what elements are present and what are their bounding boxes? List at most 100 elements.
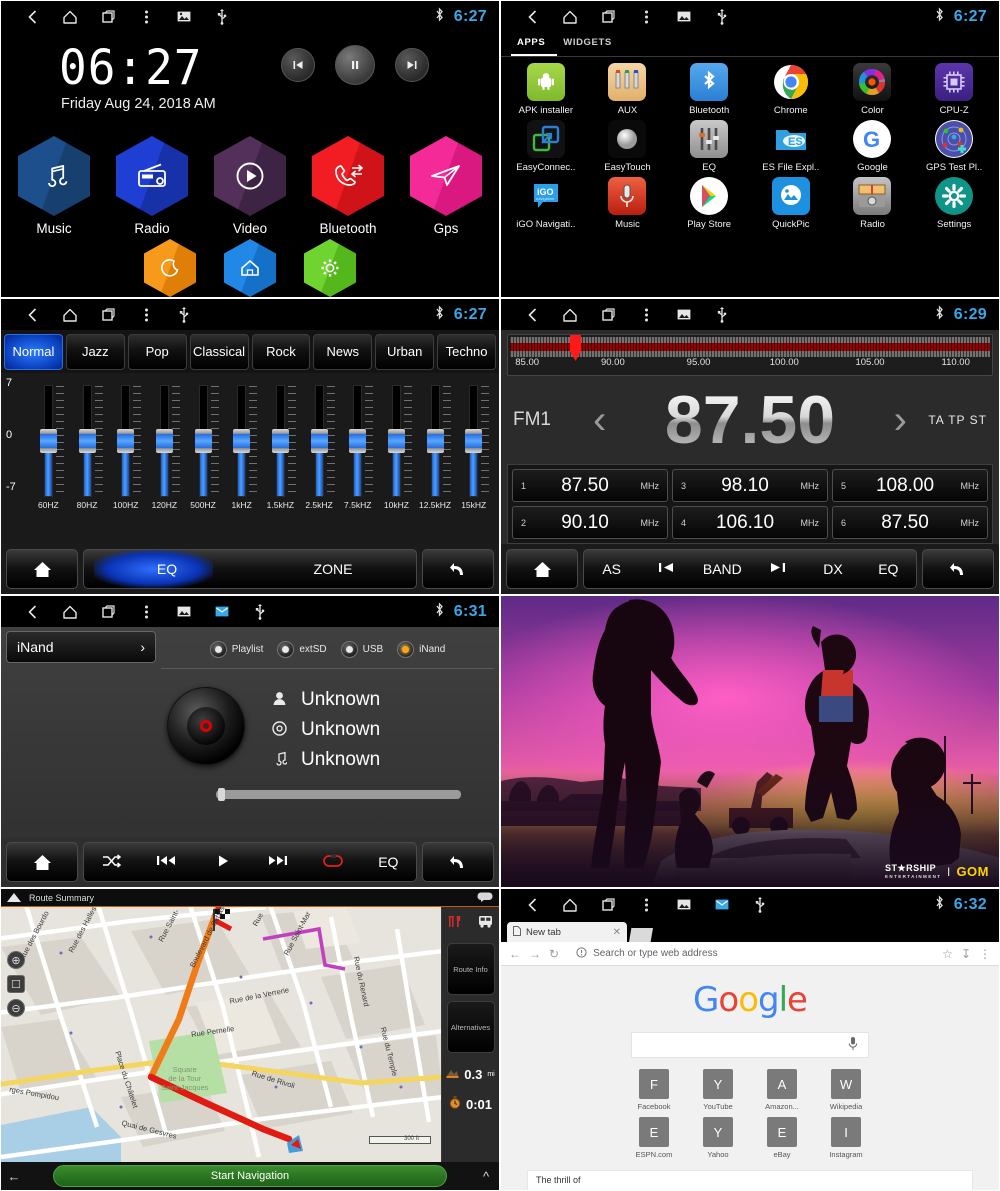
- eq-slider-100hz[interactable]: [106, 385, 145, 498]
- home-icon[interactable]: [551, 897, 589, 913]
- recents-icon[interactable]: [589, 897, 627, 912]
- overflow-icon[interactable]: [627, 307, 665, 323]
- screenshot-icon[interactable]: [165, 606, 203, 617]
- eq-slider-track[interactable]: [39, 385, 64, 498]
- app-item[interactable]: APK installer: [505, 63, 587, 116]
- playback-progress[interactable]: [216, 788, 461, 801]
- app-item[interactable]: iGO navigation iGO Navigati..: [505, 177, 587, 230]
- back-button[interactable]: [422, 842, 494, 882]
- eq-slider-knob[interactable]: [117, 429, 135, 453]
- eq-slider-12.5khz[interactable]: [416, 385, 455, 498]
- eq-slider-15khz[interactable]: [454, 385, 493, 498]
- recents-icon[interactable]: [589, 9, 627, 24]
- reload-icon[interactable]: ↻: [549, 947, 559, 961]
- eq-slider-1.5khz[interactable]: [261, 385, 300, 498]
- recents-icon[interactable]: [589, 307, 627, 322]
- radio-preset[interactable]: 6 87.50 MHz: [832, 506, 988, 539]
- back-button[interactable]: [922, 549, 994, 589]
- eq-slider-knob[interactable]: [349, 429, 367, 453]
- home-app-night-mode[interactable]: [144, 239, 196, 297]
- eq-slider-knob[interactable]: [233, 429, 251, 453]
- tune-down-button[interactable]: ‹: [587, 400, 612, 440]
- eq-preset-jazz[interactable]: Jazz: [65, 334, 125, 370]
- app-item[interactable]: EasyConnec..: [505, 120, 587, 173]
- speech-bubble-icon[interactable]: [477, 892, 493, 904]
- tab-apps[interactable]: APPS: [511, 32, 558, 56]
- radio-preset[interactable]: 2 90.10 MHz: [512, 506, 668, 539]
- repeat-button[interactable]: [305, 853, 360, 871]
- bookmark-star-icon[interactable]: ☆: [942, 947, 953, 961]
- eq-slider-track[interactable]: [233, 385, 258, 498]
- recenter-button[interactable]: ☐: [7, 975, 25, 993]
- nav-back-arrow-icon[interactable]: ←: [1, 1169, 27, 1184]
- recents-icon[interactable]: [89, 9, 127, 24]
- home-button[interactable]: [6, 842, 78, 882]
- band-button[interactable]: BAND: [695, 561, 750, 577]
- usb-icon[interactable]: [741, 896, 779, 913]
- screenshot-icon[interactable]: [665, 309, 703, 320]
- overflow-icon[interactable]: [627, 9, 665, 25]
- usb-icon[interactable]: [203, 8, 241, 25]
- home-icon[interactable]: [551, 9, 589, 25]
- nav-expand-arrow-icon[interactable]: ^: [473, 1169, 499, 1184]
- eq-tab-button[interactable]: EQ: [84, 561, 250, 577]
- menu-overflow-icon[interactable]: ⋮: [979, 947, 991, 961]
- back-icon[interactable]: [13, 604, 51, 620]
- eq-button[interactable]: EQ: [361, 854, 416, 870]
- music-source-usb[interactable]: USB: [340, 641, 383, 658]
- next-button[interactable]: [250, 854, 305, 870]
- up-arrow-icon[interactable]: [7, 893, 21, 902]
- dx-button[interactable]: DX: [805, 561, 860, 577]
- close-icon[interactable]: ✕: [613, 927, 621, 938]
- app-item[interactable]: Chrome: [750, 63, 832, 116]
- music-source-playlist[interactable]: Playlist: [209, 641, 263, 658]
- back-icon[interactable]: [13, 307, 51, 323]
- eq-slider-track[interactable]: [155, 385, 180, 498]
- eq-slider-knob[interactable]: [426, 429, 444, 453]
- seek-up-button[interactable]: [750, 561, 805, 577]
- app-item[interactable]: GPS Test Pl..: [913, 120, 995, 173]
- app-item[interactable]: ES ES File Expl..: [750, 120, 832, 173]
- chrome-shortcut[interactable]: Y Yahoo: [695, 1117, 741, 1159]
- overflow-icon[interactable]: [627, 897, 665, 913]
- home-icon[interactable]: [51, 604, 89, 620]
- message-icon[interactable]: [203, 606, 241, 617]
- eq-preset-normal[interactable]: Normal: [4, 334, 63, 370]
- app-item[interactable]: Settings: [913, 177, 995, 230]
- eq-slider-track[interactable]: [310, 385, 335, 498]
- eq-slider-track[interactable]: [117, 385, 142, 498]
- overflow-icon[interactable]: [127, 9, 165, 25]
- eq-preset-techno[interactable]: Techno: [437, 334, 496, 370]
- radio-preset[interactable]: 4 106.10 MHz: [672, 506, 828, 539]
- app-item[interactable]: G Google: [832, 120, 914, 173]
- download-icon[interactable]: ↧: [961, 947, 971, 961]
- zone-tab-button[interactable]: ZONE: [250, 561, 416, 577]
- microphone-icon[interactable]: [848, 1036, 858, 1054]
- article-card[interactable]: The thrill of: [527, 1170, 973, 1190]
- eq-slider-track[interactable]: [271, 385, 296, 498]
- eq-button[interactable]: EQ: [861, 561, 916, 577]
- usb-icon[interactable]: [165, 306, 203, 323]
- eq-zone-toggle[interactable]: EQ ZONE: [83, 549, 417, 589]
- message-icon[interactable]: [703, 899, 741, 910]
- tab-widgets[interactable]: WIDGETS: [557, 32, 624, 56]
- eq-slider-track[interactable]: [349, 385, 374, 498]
- back-icon[interactable]: [513, 9, 551, 25]
- eq-slider-knob[interactable]: [271, 429, 289, 453]
- screenshot-icon[interactable]: [665, 11, 703, 22]
- app-item[interactable]: QuickPic: [750, 177, 832, 230]
- home-app-video[interactable]: Video: [214, 136, 286, 236]
- overflow-icon[interactable]: [127, 307, 165, 323]
- screenshot-icon[interactable]: [165, 11, 203, 22]
- progress-track[interactable]: [216, 788, 461, 801]
- eq-slider-knob[interactable]: [194, 429, 212, 453]
- shuffle-button[interactable]: [84, 853, 139, 871]
- eq-slider-knob[interactable]: [39, 429, 57, 453]
- browser-back-icon[interactable]: ←: [509, 947, 521, 961]
- eq-preset-urban[interactable]: Urban: [375, 334, 435, 370]
- app-item[interactable]: Radio: [832, 177, 914, 230]
- bus-icon[interactable]: [478, 915, 493, 933]
- eq-slider-track[interactable]: [387, 385, 412, 498]
- app-item[interactable]: AUX: [587, 63, 669, 116]
- seek-down-button[interactable]: [639, 561, 694, 577]
